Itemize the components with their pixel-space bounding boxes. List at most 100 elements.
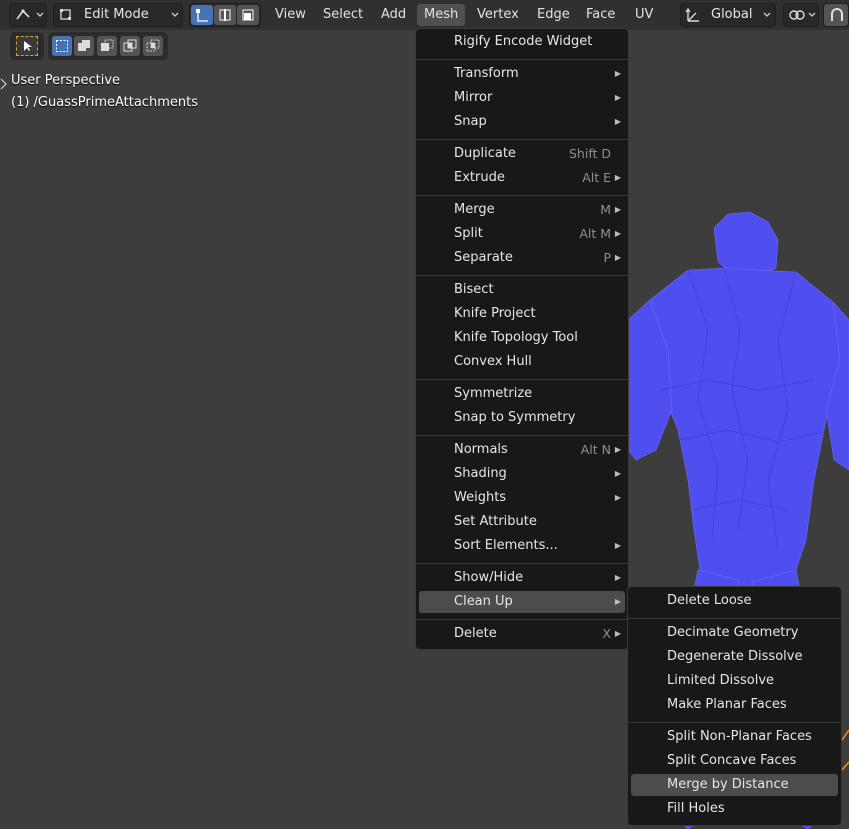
menu-item-show-hide[interactable]: Show/Hide ▶: [419, 567, 625, 589]
viewport-perspective-label: User Perspective: [11, 73, 121, 88]
menu-item-merge[interactable]: Merge M ▶: [419, 199, 625, 221]
transform-orientation-dropdown[interactable]: Global: [680, 3, 776, 27]
menu-item-label: Weights: [454, 490, 507, 505]
menu-mesh[interactable]: Mesh: [417, 4, 466, 26]
submenu-arrow-icon: ▶: [614, 597, 621, 606]
menu-item-normals[interactable]: Normals Alt N ▶: [419, 439, 625, 461]
orientation-label: Global: [711, 7, 753, 22]
menu-item-delete-loose[interactable]: Delete Loose: [631, 590, 838, 612]
menu-separator: [628, 618, 841, 619]
mode-dropdown[interactable]: Edit Mode: [53, 3, 183, 27]
menu-item-split-non-planar-faces[interactable]: Split Non-Planar Faces: [631, 726, 838, 748]
menu-view[interactable]: View: [268, 4, 313, 26]
menu-add[interactable]: Add: [374, 4, 413, 26]
menu-item-separate[interactable]: Separate P ▶: [419, 247, 625, 269]
menu-item-shading[interactable]: Shading ▶: [419, 463, 625, 485]
menu-separator: [416, 563, 628, 564]
subtract-selection-icon: [101, 39, 114, 51]
menu-item-snap-to-symmetry[interactable]: Snap to Symmetry: [419, 407, 625, 429]
menu-item-label: Mirror: [454, 90, 493, 105]
menu-item-delete[interactable]: Delete X ▶: [419, 623, 625, 645]
menu-item-label: Normals: [454, 442, 508, 457]
collapse-arrow-icon[interactable]: [0, 78, 8, 90]
face-select-button[interactable]: [237, 5, 259, 25]
menu-item-sort-elements[interactable]: Sort Elements... ▶: [419, 535, 625, 557]
menu-item-mirror[interactable]: Mirror ▶: [419, 87, 625, 109]
menu-item-fill-holes[interactable]: Fill Holes: [631, 798, 838, 820]
mesh-menu: Rigify Encode Widget Transform ▶ Mirror ▶ Sna…: [415, 28, 629, 650]
menu-item-shortcut: P: [603, 250, 611, 265]
menu-item-set-attribute[interactable]: Set Attribute: [419, 511, 625, 533]
pivot-point-dropdown[interactable]: [783, 3, 819, 27]
menu-item-label: Snap to Symmetry: [454, 410, 576, 425]
submenu-arrow-icon: ▶: [614, 69, 621, 78]
menu-face[interactable]: Face: [579, 4, 622, 26]
menu-item-knife-project[interactable]: Knife Project: [419, 303, 625, 325]
menu-item-label: Separate: [454, 250, 513, 265]
edit-mode-icon: [60, 9, 71, 20]
menu-item-split-concave-faces[interactable]: Split Concave Faces: [631, 750, 838, 772]
intersect-selection-icon: [146, 39, 160, 52]
menu-item-label: Merge: [454, 202, 495, 217]
menu-separator: [416, 435, 628, 436]
menu-item-split[interactable]: Split Alt M ▶: [419, 223, 625, 245]
extend-selection-button[interactable]: [74, 36, 94, 56]
vertex-select-button[interactable]: [191, 5, 213, 25]
set-new-selection-button[interactable]: [52, 36, 72, 56]
menu-item-convex-hull[interactable]: Convex Hull: [419, 351, 625, 373]
menu-separator: [416, 59, 628, 60]
edge-select-button[interactable]: [214, 5, 236, 25]
invert-selection-button[interactable]: [120, 36, 140, 56]
menu-item-decimate-geometry[interactable]: Decimate Geometry: [631, 622, 838, 644]
menu-item-shortcut: Alt M: [579, 226, 611, 241]
mode-label: Edit Mode: [84, 7, 149, 22]
menu-select[interactable]: Select: [316, 4, 370, 26]
menu-item-label: Decimate Geometry: [667, 625, 799, 640]
blender-window: { "header": { "mode": "Edit Mode", "menu…: [0, 0, 849, 829]
menu-item-degenerate-dissolve[interactable]: Degenerate Dissolve: [631, 646, 838, 668]
subtract-selection-button[interactable]: [97, 36, 117, 56]
submenu-arrow-icon: ▶: [614, 253, 621, 262]
menu-item-duplicate[interactable]: Duplicate Shift D: [419, 143, 625, 165]
submenu-arrow-icon: ▶: [614, 629, 621, 638]
menu-item-merge-by-distance[interactable]: Merge by Distance: [631, 774, 838, 796]
menu-item-label: Set Attribute: [454, 514, 537, 529]
menu-item-label: Limited Dissolve: [667, 673, 775, 688]
menu-item-knife-topology-tool[interactable]: Knife Topology Tool: [419, 327, 625, 349]
editor-type-button[interactable]: [9, 3, 47, 27]
menu-item-label: Shading: [454, 466, 507, 481]
menu-item-label: Knife Topology Tool: [454, 330, 578, 345]
menu-item-label: Sort Elements...: [454, 538, 558, 553]
face-select-icon: [242, 9, 254, 21]
chevron-down-icon: [36, 12, 44, 17]
menu-item-transform[interactable]: Transform ▶: [419, 63, 625, 85]
menu-item-weights[interactable]: Weights ▶: [419, 487, 625, 509]
editor-type-icon: [16, 9, 30, 20]
menu-item-rigify-encode-widget[interactable]: Rigify Encode Widget: [419, 31, 625, 53]
submenu-arrow-icon: ▶: [614, 173, 621, 182]
menu-separator: [416, 619, 628, 620]
select-tool-button[interactable]: [16, 36, 38, 56]
menu-item-shortcut: M: [600, 202, 611, 217]
submenu-arrow-icon: ▶: [614, 573, 621, 582]
menu-item-snap[interactable]: Snap ▶: [419, 111, 625, 133]
menu-item-label: Show/Hide: [454, 570, 524, 585]
submenu-arrow-icon: ▶: [614, 229, 621, 238]
menu-edge[interactable]: Edge: [530, 4, 577, 26]
menu-item-bisect[interactable]: Bisect: [419, 279, 625, 301]
viewport-object-label: (1) /GuassPrimeAttachments: [11, 95, 198, 110]
extend-selection-icon: [78, 40, 90, 51]
menu-uv[interactable]: UV: [628, 4, 660, 26]
menu-item-symmetrize[interactable]: Symmetrize: [419, 383, 625, 405]
menu-separator: [628, 722, 841, 723]
menu-item-limited-dissolve[interactable]: Limited Dissolve: [631, 670, 838, 692]
menu-item-extrude[interactable]: Extrude Alt E ▶: [419, 167, 625, 189]
menu-item-make-planar-faces[interactable]: Make Planar Faces: [631, 694, 838, 716]
snap-toggle-button[interactable]: [823, 3, 849, 27]
link-icon: [789, 10, 805, 20]
menu-vertex[interactable]: Vertex: [470, 4, 526, 26]
selection-mode-row: [48, 32, 168, 60]
intersect-selection-button[interactable]: [143, 36, 163, 56]
menu-item-clean-up[interactable]: Clean Up ▶: [419, 591, 625, 613]
orientation-axes-icon: [685, 7, 699, 22]
